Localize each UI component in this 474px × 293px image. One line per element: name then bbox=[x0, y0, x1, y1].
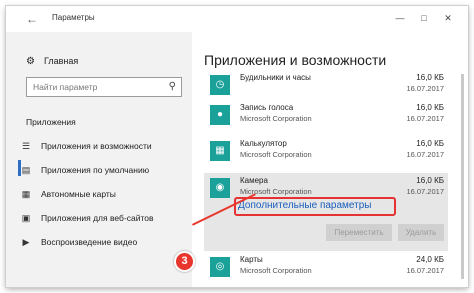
sidebar-item-label: Приложения для веб-сайтов bbox=[41, 213, 154, 223]
app-size: 16,0 КБ bbox=[416, 176, 444, 185]
scrollbar[interactable] bbox=[461, 74, 464, 279]
microphone-icon: ● bbox=[210, 105, 230, 125]
app-date: 16.07.2017 bbox=[406, 114, 444, 123]
sidebar-item-default-apps[interactable]: ▤ Приложения по умолчанию bbox=[20, 163, 149, 177]
app-size: 16,0 КБ bbox=[416, 73, 444, 82]
title-bar: ← Параметры — □ ✕ bbox=[6, 6, 468, 32]
list-icon: ☰ bbox=[21, 140, 31, 151]
video-icon: ▶ bbox=[22, 236, 30, 247]
sidebar: ⚙ Главная Найти параметр ⚲ Приложения ☰ … bbox=[6, 32, 192, 287]
map-icon: ▦ bbox=[21, 188, 31, 199]
page-title: Приложения и возможности bbox=[204, 52, 387, 68]
move-button[interactable]: Переместить bbox=[326, 224, 392, 241]
app-row-alarms[interactable]: ◷ Будильники и часы 16,0 КБ 16.07.2017 bbox=[204, 70, 448, 100]
app-publisher: Microsoft Corporation bbox=[240, 114, 312, 123]
camera-icon: ◉ bbox=[210, 178, 230, 198]
app-date: 16.07.2017 bbox=[406, 187, 444, 196]
app-publisher: Microsoft Corporation bbox=[240, 150, 312, 159]
app-size: 24,0 КБ bbox=[416, 255, 444, 264]
app-date: 16.07.2017 bbox=[406, 84, 444, 93]
nav-home-label: Главная bbox=[43, 56, 79, 66]
app-publisher: Microsoft Corporation bbox=[240, 266, 312, 275]
search-placeholder: Найти параметр bbox=[33, 82, 98, 92]
settings-window: ← Параметры — □ ✕ ⚙ Главная Найти параме… bbox=[6, 6, 468, 287]
maximize-icon[interactable]: □ bbox=[416, 10, 432, 26]
app-name: Карты bbox=[240, 255, 263, 264]
app-name: Калькулятор bbox=[240, 139, 287, 148]
default-apps-icon: ▤ bbox=[21, 164, 31, 175]
app-size: 16,0 КБ bbox=[416, 139, 444, 148]
sidebar-item-label: Приложения по умолчанию bbox=[41, 165, 150, 175]
minimize-icon[interactable]: — bbox=[392, 10, 408, 26]
maps-icon: ◎ bbox=[210, 257, 230, 277]
calculator-icon: ▦ bbox=[210, 141, 230, 161]
app-date: 16.07.2017 bbox=[406, 150, 444, 159]
main-panel: Приложения и возможности ◷ Будильники и … bbox=[192, 32, 468, 287]
app-size: 16,0 КБ bbox=[416, 103, 444, 112]
step-badge: 3 bbox=[174, 251, 195, 272]
nav-home[interactable]: ⚙ Главная bbox=[26, 54, 78, 68]
back-arrow-icon[interactable]: ← bbox=[26, 12, 38, 26]
sidebar-item-label: Воспроизведение видео bbox=[41, 237, 138, 247]
highlight-frame bbox=[234, 197, 396, 216]
sidebar-item-label: Автономные карты bbox=[41, 189, 116, 199]
clock-icon: ◷ bbox=[210, 75, 230, 95]
app-row-calculator[interactable]: ▦ Калькулятор Microsoft Corporation 16,0… bbox=[204, 136, 448, 166]
web-apps-icon: ▣ bbox=[21, 212, 31, 223]
app-row-camera-expanded[interactable]: ◉ Камера Microsoft Corporation 16,0 КБ 1… bbox=[204, 173, 448, 251]
delete-button[interactable]: Удалить bbox=[398, 224, 444, 241]
gear-icon: ⚙ bbox=[26, 55, 35, 67]
sidebar-item-video-playback[interactable]: ▶ Воспроизведение видео bbox=[20, 235, 138, 249]
app-name: Камера bbox=[240, 176, 268, 185]
window-title: Параметры bbox=[52, 13, 95, 22]
app-row-voice-recorder[interactable]: ● Запись голоса Microsoft Corporation 16… bbox=[204, 100, 448, 130]
app-name: Будильники и часы bbox=[240, 73, 311, 82]
section-heading: Приложения bbox=[26, 117, 76, 127]
app-name: Запись голоса bbox=[240, 103, 294, 112]
sidebar-item-apps-features[interactable]: ☰ Приложения и возможности bbox=[20, 139, 152, 153]
sidebar-item-web-apps[interactable]: ▣ Приложения для веб-сайтов bbox=[20, 211, 154, 225]
sidebar-item-offline-maps[interactable]: ▦ Автономные карты bbox=[20, 187, 116, 201]
app-date: 16.07.2017 bbox=[406, 266, 444, 275]
close-icon[interactable]: ✕ bbox=[440, 10, 456, 26]
sidebar-item-label: Приложения и возможности bbox=[41, 141, 152, 151]
search-input[interactable]: Найти параметр ⚲ bbox=[26, 77, 182, 97]
search-icon[interactable]: ⚲ bbox=[169, 81, 176, 92]
app-row-maps[interactable]: ◎ Карты Microsoft Corporation 24,0 КБ 16… bbox=[204, 252, 448, 282]
